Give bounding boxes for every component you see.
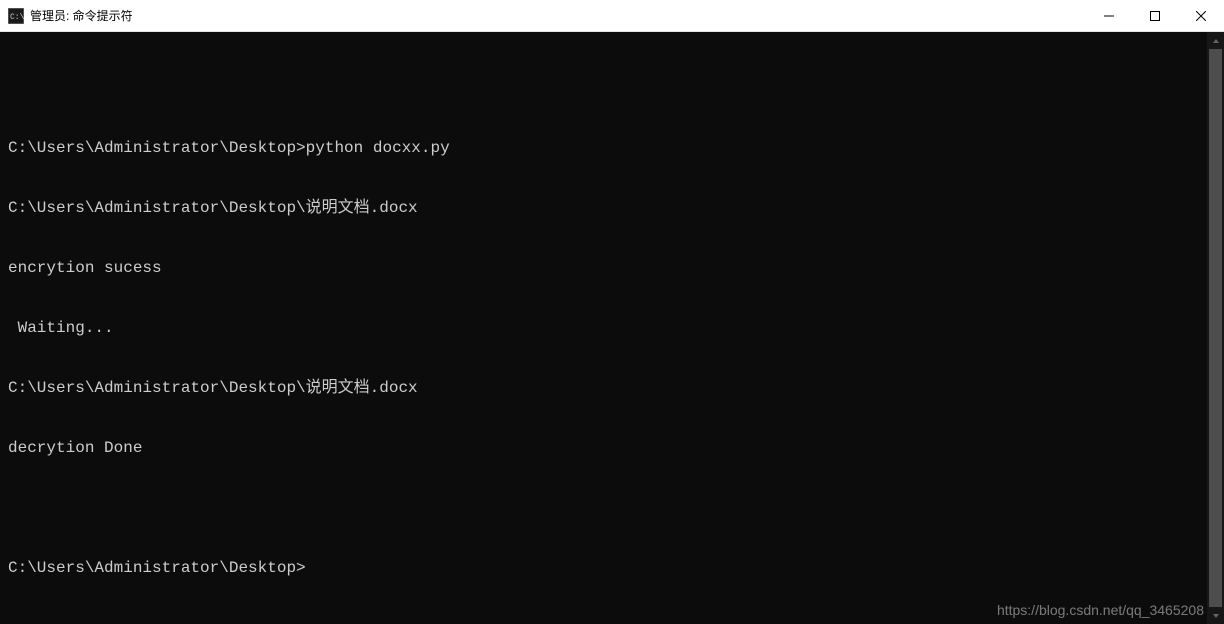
terminal-prompt: C:\Users\Administrator\Desktop> — [8, 559, 306, 577]
terminal-line — [8, 498, 1199, 518]
command-prompt-window: C:\ 管理员: 命令提示符 C:\Users\Administrator\De… — [0, 0, 1224, 600]
scroll-up-arrow[interactable] — [1207, 32, 1224, 49]
terminal-line: C:\Users\Administrator\Desktop\说明文档.docx — [8, 378, 1199, 398]
maximize-button[interactable] — [1132, 0, 1178, 32]
scroll-thumb[interactable] — [1209, 49, 1222, 607]
terminal-cursor — [306, 559, 315, 577]
window-controls — [1086, 0, 1224, 31]
terminal-line: Waiting... — [8, 318, 1199, 338]
cmd-icon: C:\ — [8, 8, 24, 24]
window-title: 管理员: 命令提示符 — [30, 7, 133, 24]
close-button[interactable] — [1178, 0, 1224, 32]
terminal-line: encrytion sucess — [8, 258, 1199, 278]
terminal-line: C:\Users\Administrator\Desktop\说明文档.docx — [8, 198, 1199, 218]
terminal-line: decrytion Done — [8, 438, 1199, 458]
terminal-area: C:\Users\Administrator\Desktop>python do… — [0, 32, 1224, 624]
terminal-line — [8, 78, 1199, 98]
svg-text:C:\: C:\ — [10, 13, 24, 22]
terminal-output[interactable]: C:\Users\Administrator\Desktop>python do… — [0, 32, 1207, 624]
titlebar-left: C:\ 管理员: 命令提示符 — [0, 7, 133, 24]
scroll-track[interactable] — [1207, 49, 1224, 607]
terminal-prompt-line: C:\Users\Administrator\Desktop> — [8, 558, 1199, 578]
scroll-down-arrow[interactable] — [1207, 607, 1224, 624]
terminal-line: C:\Users\Administrator\Desktop>python do… — [8, 138, 1199, 158]
minimize-button[interactable] — [1086, 0, 1132, 32]
titlebar[interactable]: C:\ 管理员: 命令提示符 — [0, 0, 1224, 32]
vertical-scrollbar[interactable] — [1207, 32, 1224, 624]
